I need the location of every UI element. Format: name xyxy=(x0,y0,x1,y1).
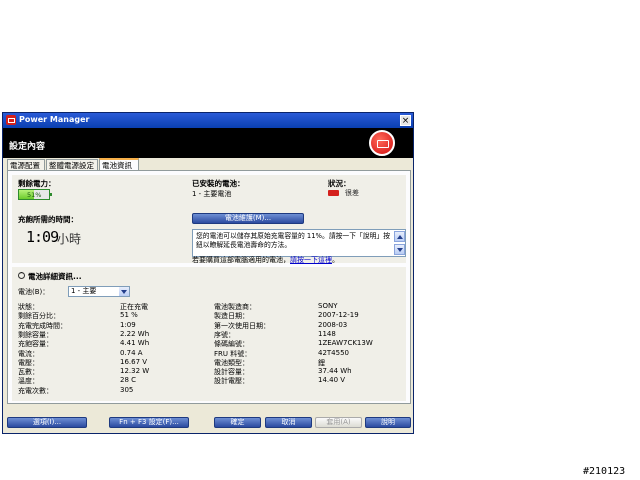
charge-time-value: 1:09 xyxy=(26,228,59,246)
battery-summary-box: 剩餘電力： 51% 充飽所需的時間： 1:09 小時 已安裝的電池： 1 - 主… xyxy=(12,175,406,263)
detail-left-value: 4.41 Wh xyxy=(120,339,150,348)
battery-maintenance-button[interactable]: 電池維護(M)... xyxy=(192,213,304,224)
detail-right-value: 42T4550 xyxy=(318,348,349,357)
power-manager-window: Power Manager × 設定內容 電源配置 整體電源設定 電池資訊 剩餘… xyxy=(2,112,414,434)
status-value: 很差 xyxy=(345,189,359,197)
ok-button[interactable]: 確定 xyxy=(214,417,261,428)
detail-left-value: 28 C xyxy=(120,376,137,385)
detail-left-label: 充電次數： xyxy=(18,386,53,395)
battery-app-icon xyxy=(6,115,16,125)
detail-right-value: SONY xyxy=(318,302,338,310)
installed-battery-value: 1 - 主要電池 xyxy=(192,190,232,198)
remaining-power-label: 剩餘電力： xyxy=(18,179,56,188)
title-bar[interactable]: Power Manager × xyxy=(3,113,413,128)
dialog-button-bar: 選項(I)... Fn + F3 設定(F)... 確定 取消 套用(A) 說明 xyxy=(3,407,413,433)
header-banner: 設定內容 xyxy=(3,128,413,158)
buy-battery-line: 若要購買這部電腦適用的電池，請按一下這裡。 xyxy=(192,255,339,265)
battery-message-box: 您的電池可以儲存其原始充電容量的 11%。請按一下「說明」按鈕以瞭解延長電池壽命… xyxy=(192,229,406,257)
battery-select[interactable]: 1 - 主要 xyxy=(68,286,130,297)
detail-left-value: 0.74 A xyxy=(120,348,143,357)
battery-level-icon: 51% xyxy=(18,189,52,200)
detail-left-value: 2.22 Wh xyxy=(120,329,150,338)
scroll-down-icon[interactable] xyxy=(394,244,405,255)
detail-right-value: 1148 xyxy=(318,329,336,338)
battery-status-bad-icon xyxy=(328,190,339,196)
battery-percent-text: 51% xyxy=(27,191,42,199)
detail-right-value: 1ZEAW7CK13W xyxy=(318,339,373,348)
cancel-button[interactable]: 取消 xyxy=(265,417,312,428)
buy-battery-suffix: 。 xyxy=(332,256,339,264)
tab-global-settings[interactable]: 整體電源設定 xyxy=(46,159,98,170)
charge-time-unit: 小時 xyxy=(57,232,82,246)
detail-right-value: 14.40 V xyxy=(318,376,346,385)
help-button[interactable]: 說明 xyxy=(365,417,411,428)
charge-time-label: 充飽所需的時間： xyxy=(18,215,78,224)
scroll-up-icon[interactable] xyxy=(394,231,405,242)
detail-right-value: 2008-03 xyxy=(318,320,348,329)
detail-right-value: 37.44 Wh xyxy=(318,367,352,376)
header-title: 設定內容 xyxy=(9,142,46,152)
options-button[interactable]: 選項(I)... xyxy=(7,417,87,428)
detail-left-value: 12.32 W xyxy=(120,367,150,376)
tab-power-plans[interactable]: 電源配置 xyxy=(7,159,45,170)
collapse-details-icon[interactable]: ⌃ xyxy=(18,272,25,279)
power-manager-logo-icon xyxy=(369,130,395,156)
battery-details-box: ⌃ 電池詳細資訊... 電池(B)： 1 - 主要 狀態： 正在充電 剩餘百分比： 5… xyxy=(12,267,406,401)
apply-button[interactable]: 套用(A) xyxy=(315,417,362,428)
details-header[interactable]: 電池詳細資訊... xyxy=(28,271,82,282)
detail-left-value: 16.67 V xyxy=(120,357,148,366)
image-id-watermark: #210123 xyxy=(583,466,626,477)
battery-select-value: 1 - 主要 xyxy=(71,287,97,295)
detail-left-value: 1:09 xyxy=(120,320,136,329)
fn-f3-settings-button[interactable]: Fn + F3 設定(F)... xyxy=(109,417,189,428)
close-button[interactable]: × xyxy=(400,115,411,126)
detail-left-value: 51 % xyxy=(120,311,138,320)
battery-info-panel: 剩餘電力： 51% 充飽所需的時間： 1:09 小時 已安裝的電池： 1 - 主… xyxy=(7,170,411,404)
battery-select-label: 電池(B)： xyxy=(18,288,50,296)
detail-left-value: 305 xyxy=(120,385,134,394)
battery-message-text: 您的電池可以儲存其原始充電容量的 11%。請按一下「說明」按鈕以瞭解延長電池壽命… xyxy=(196,232,390,249)
window-title: Power Manager xyxy=(19,115,90,124)
installed-battery-label: 已安裝的電池： xyxy=(192,179,245,188)
detail-right-value: 2007-12-19 xyxy=(318,311,359,320)
detail-right-label: 設計電壓： xyxy=(214,377,249,386)
chevron-down-icon[interactable] xyxy=(119,287,129,296)
buy-battery-prefix: 若要購買這部電腦適用的電池， xyxy=(192,256,290,264)
buy-battery-link[interactable]: 請按一下這裡 xyxy=(290,256,332,264)
